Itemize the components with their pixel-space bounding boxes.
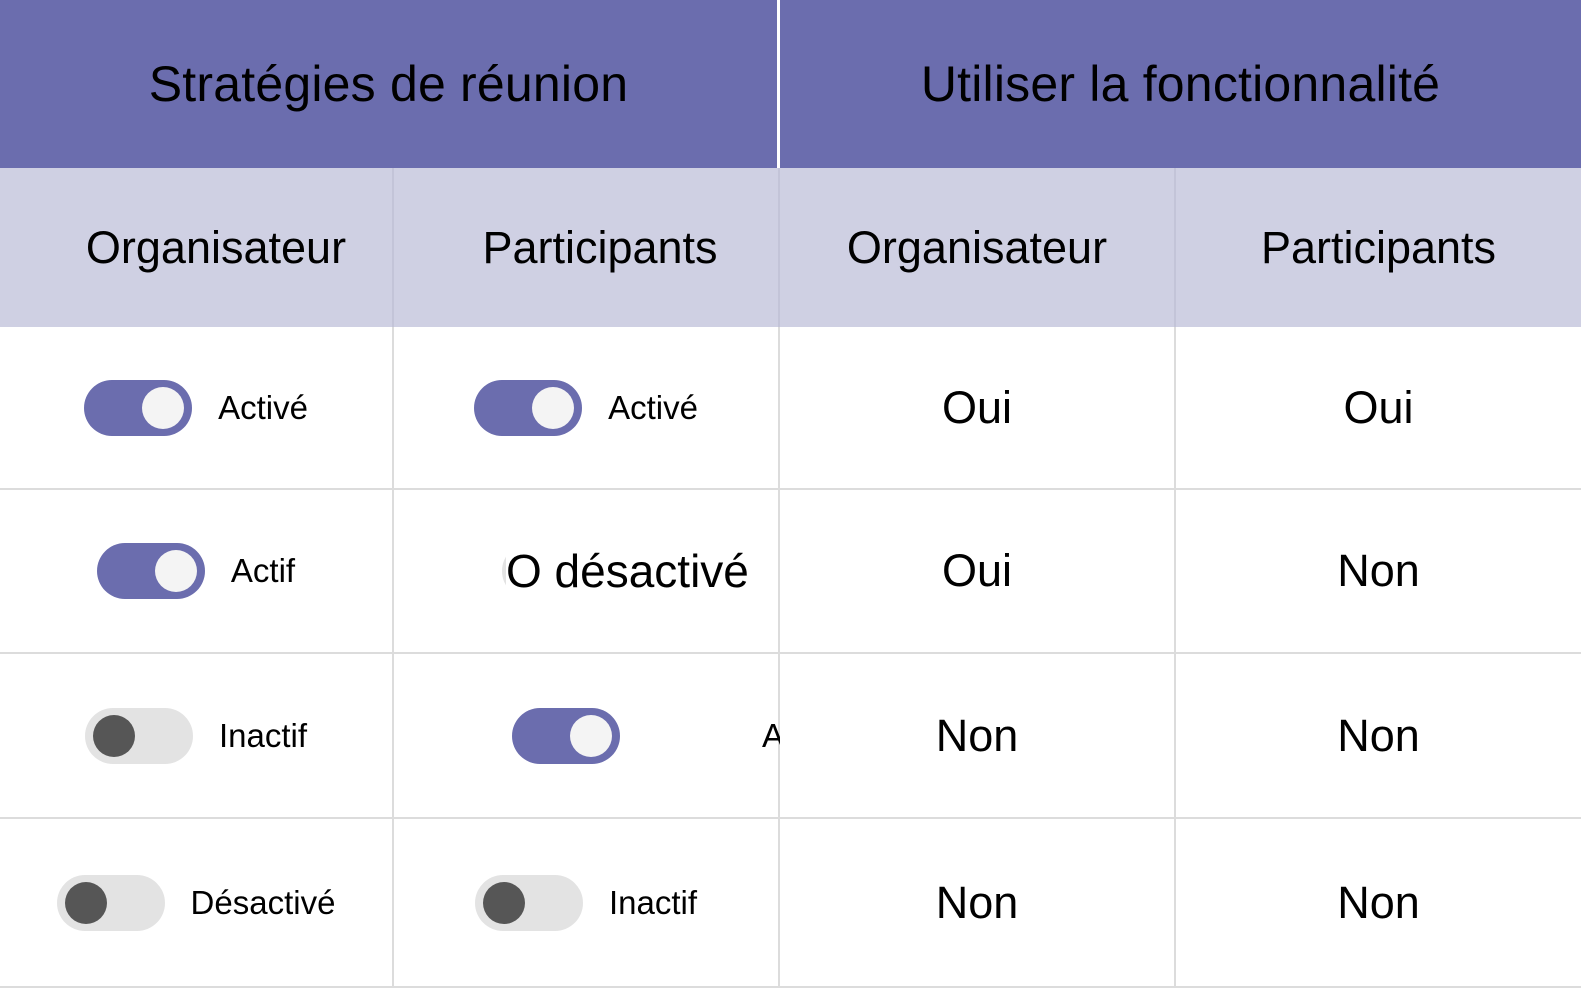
toggle-knob-icon	[64, 881, 107, 924]
column-header-participants-usage: Participants	[1176, 168, 1581, 327]
table-row: Actif	[394, 654, 826, 819]
column-header-label: Organisateur	[846, 222, 1108, 273]
usage-value-participants: Non	[1176, 819, 1581, 988]
table-row: Désactivé	[0, 819, 394, 988]
column-header-label: Organisateur	[85, 222, 347, 273]
table-row: Inactif	[394, 819, 780, 988]
toggle-switch-participants[interactable]	[474, 379, 583, 436]
group-header-label: Utiliser la fonctionnalité	[920, 56, 1441, 112]
toggle-knob-icon	[154, 550, 197, 592]
toggle-state-label: Activé	[608, 388, 698, 426]
toggle-state-label: Actif	[230, 552, 296, 589]
group-header-meeting-policies: Stratégies de réunion	[0, 0, 780, 168]
toggle-switch-organiser[interactable]	[84, 707, 193, 764]
usage-value-participants: Non	[1176, 654, 1581, 819]
column-header-label: Participants	[1260, 222, 1497, 273]
table-row: Activé	[0, 327, 394, 490]
toggle-switch-participants[interactable]	[474, 874, 583, 931]
usage-value-organiser: Oui	[780, 327, 1176, 490]
toggle-switch-organiser[interactable]	[84, 379, 193, 436]
toggle-switch-organiser[interactable]	[56, 874, 165, 931]
column-header-label: Participants	[482, 222, 718, 273]
group-header-label: Stratégies de réunion	[148, 56, 629, 112]
toggle-knob-icon	[570, 714, 612, 757]
column-header-organiser-usage: Organisateur	[780, 168, 1176, 327]
group-header-feature-usage: Utiliser la fonctionnalité	[780, 0, 1581, 168]
toggle-switch-organiser[interactable]	[96, 543, 205, 599]
usage-value-organiser: Non	[780, 819, 1176, 988]
toggle-state-label: O désactivé	[506, 544, 749, 598]
usage-value-organiser: Non	[780, 654, 1176, 819]
usage-value-participants: Non	[1176, 490, 1581, 654]
toggle-knob-icon	[92, 714, 135, 757]
table-grid: Stratégies de réunion Utiliser la foncti…	[0, 0, 1581, 988]
table-row: Activé	[394, 327, 780, 490]
usage-value-organiser: Oui	[780, 490, 1176, 654]
toggle-state-label: Désactivé	[190, 883, 336, 921]
toggle-state-label: Activé	[218, 388, 308, 426]
toggle-knob-icon	[482, 881, 525, 924]
policy-comparison-table: Stratégies de réunion Utiliser la foncti…	[0, 0, 1581, 988]
usage-value-participants: Oui	[1176, 327, 1581, 490]
toggle-knob-icon	[142, 386, 185, 429]
table-row: Actif	[0, 490, 394, 654]
toggle-state-label: Inactif	[608, 883, 698, 921]
column-header-organiser-policy: Organisateur	[0, 168, 394, 327]
toggle-switch-participants[interactable]	[512, 707, 620, 764]
table-row: O désactivé	[394, 490, 780, 654]
toggle-state-label: Inactif	[218, 716, 308, 754]
table-row: Inactif	[0, 654, 394, 819]
column-header-participants-policy: Participants	[394, 168, 780, 327]
toggle-knob-icon	[532, 386, 575, 429]
